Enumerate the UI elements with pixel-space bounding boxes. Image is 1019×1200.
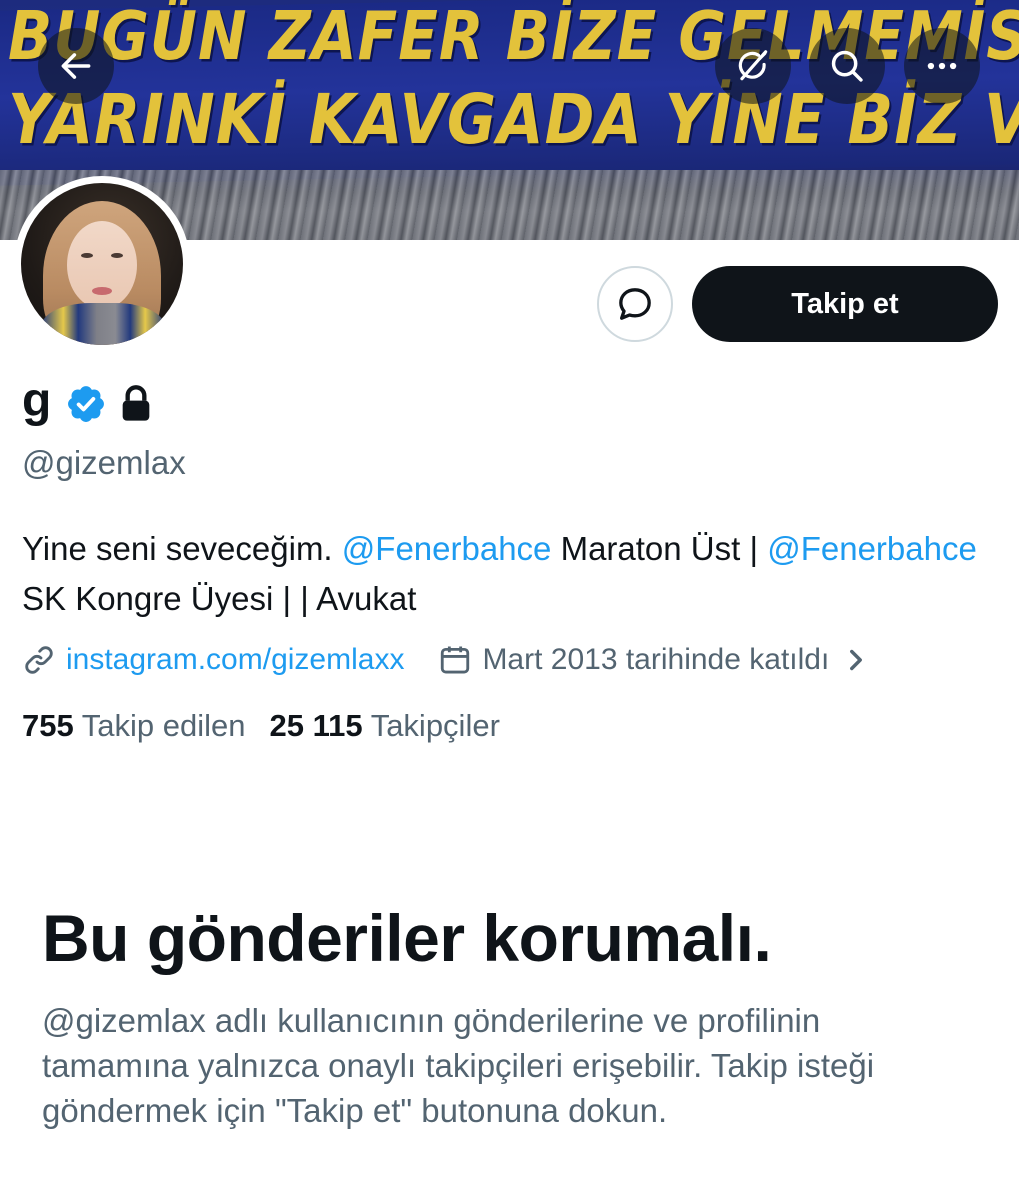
bio-text: SK Kongre Üyesi | | Avukat <box>22 580 417 617</box>
search-button[interactable] <box>809 28 885 104</box>
message-button[interactable] <box>597 266 673 342</box>
followers-count: 25 115 <box>269 708 363 743</box>
verified-badge-icon[interactable] <box>65 383 107 425</box>
avatar-image <box>21 183 183 345</box>
lock-icon <box>122 385 150 421</box>
avatar-eye <box>81 253 93 258</box>
avatar-face <box>67 221 137 309</box>
back-button[interactable] <box>38 28 114 104</box>
following-label: Takip edilen <box>81 708 246 743</box>
followers-label: Takipçiler <box>370 708 500 743</box>
followers-stat[interactable]: 25 115 Takipçiler <box>270 708 500 743</box>
message-icon <box>619 288 651 320</box>
joined-date-text: Mart 2013 tarihinde katıldı <box>482 643 830 676</box>
profile-bio: Yine seni seveceğim. @Fenerbahce Maraton… <box>22 524 1002 624</box>
follow-stats: 755 Takip edilen 25 115 Takipçiler <box>22 708 500 744</box>
name-row: g <box>22 376 153 432</box>
user-handle: @gizemlax <box>22 444 186 481</box>
following-count: 755 <box>22 708 74 743</box>
bio-text: Yine seni seveceğim. <box>22 530 342 567</box>
avatar-eye <box>111 253 123 258</box>
protected-description: @gizemlax adlı kullanıcının gönderilerin… <box>42 1002 875 1129</box>
grok-button[interactable] <box>715 28 791 104</box>
follow-button[interactable]: Takip et <box>692 266 998 342</box>
grok-icon <box>738 50 768 81</box>
chevron-right-icon <box>850 649 863 671</box>
bio-mention-link[interactable]: @Fenerbahce <box>767 530 977 567</box>
calendar-icon <box>441 646 470 674</box>
avatar[interactable] <box>14 176 190 352</box>
avatar-lips <box>92 287 112 295</box>
bio-text: Maraton Üst | <box>551 530 768 567</box>
more-horizontal-icon <box>927 62 957 70</box>
joined-date[interactable]: Mart 2013 tarihinde katıldı <box>438 643 873 677</box>
following-stat[interactable]: 755 Takip edilen <box>22 708 246 743</box>
more-button[interactable] <box>904 28 980 104</box>
avatar-scarf <box>41 303 165 345</box>
profile-website-link[interactable]: instagram.com/gizemlaxx <box>66 643 404 677</box>
protected-title: Bu gönderiler korumalı. <box>42 901 772 975</box>
profile-meta: instagram.com/gizemlaxx Mart 2013 tarihi… <box>22 638 873 682</box>
link-icon <box>25 646 53 674</box>
display-name: g <box>22 374 52 427</box>
arrow-left-icon <box>61 53 91 79</box>
search-icon <box>831 50 863 82</box>
bio-mention-link[interactable]: @Fenerbahce <box>342 530 552 567</box>
